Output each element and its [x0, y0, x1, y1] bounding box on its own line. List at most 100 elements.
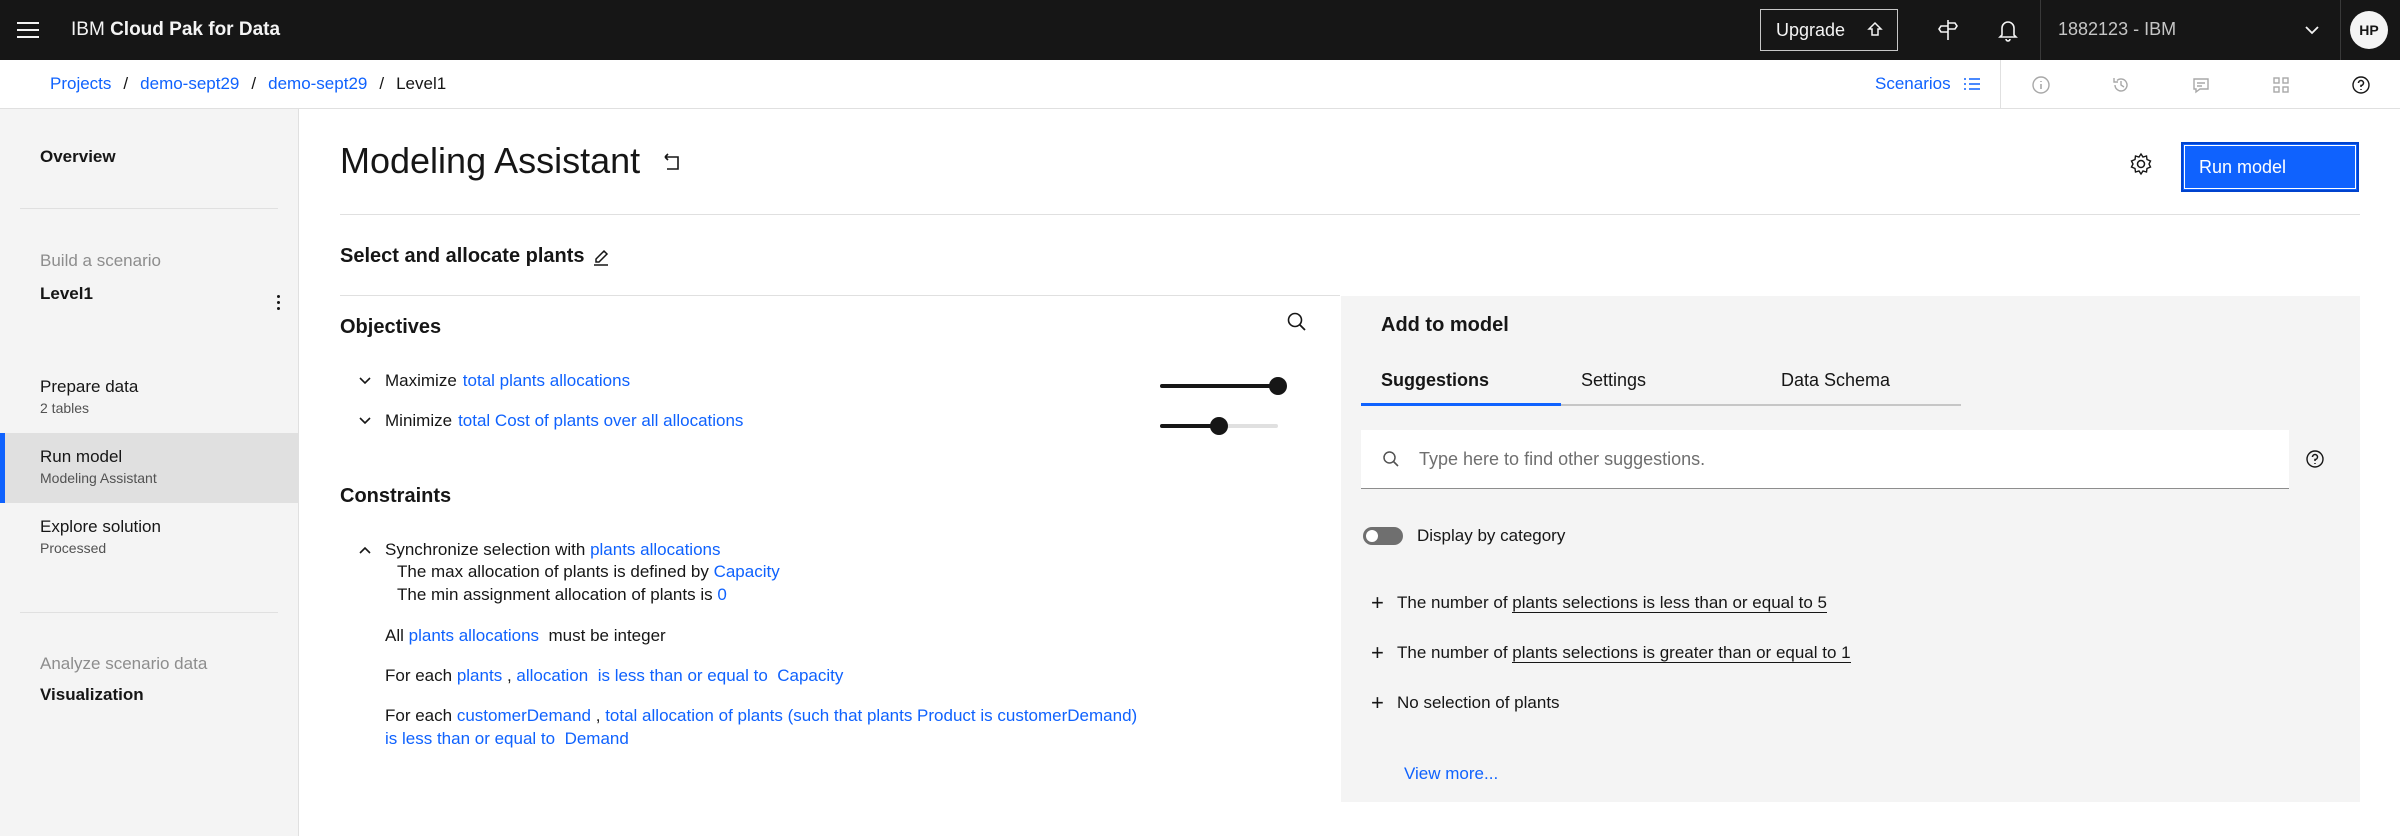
- breadcrumb-separator: /: [379, 74, 385, 93]
- history-icon[interactable]: [2108, 72, 2134, 98]
- tab-suggestions[interactable]: Suggestions: [1361, 356, 1561, 406]
- breadcrumb-projects[interactable]: Projects: [50, 74, 111, 94]
- sidebar-divider: [20, 208, 278, 209]
- slider-fill: [1160, 384, 1278, 388]
- view-more-link[interactable]: View more...: [1404, 764, 1498, 784]
- slider-handle[interactable]: [1210, 417, 1228, 435]
- sidebar-item-sub: Modeling Assistant: [40, 470, 157, 486]
- add-to-model-panel: Add to model Suggestions Settings Data S…: [1341, 296, 2360, 802]
- add-icon: +: [1371, 590, 1384, 615]
- chevron-up-icon[interactable]: [355, 540, 375, 560]
- environment-icon[interactable]: [2268, 72, 2294, 98]
- brand-name: Cloud Pak for Data: [110, 19, 281, 40]
- section-divider: [340, 214, 2360, 215]
- breadcrumb-experiment[interactable]: demo-sept29: [268, 74, 367, 94]
- sidebar-scenario-name[interactable]: Level1: [0, 284, 299, 304]
- account-switcher[interactable]: 1882123 - IBM: [2058, 19, 2176, 40]
- suggestion-item[interactable]: + The number of plants selections is les…: [1371, 592, 1827, 614]
- help-icon[interactable]: [2302, 446, 2328, 472]
- constraint-link[interactable]: 0: [717, 585, 726, 604]
- constraint-link[interactable]: Capacity: [777, 666, 843, 685]
- objective-link[interactable]: total Cost of plants over all allocation…: [458, 411, 743, 431]
- sidebar-divider: [20, 612, 278, 613]
- constraint-row: For each plants , allocation is less tha…: [385, 666, 843, 686]
- menu-icon[interactable]: [14, 16, 42, 44]
- suggestion-link[interactable]: plants selections is greater than or equ…: [1512, 643, 1851, 663]
- slider-handle[interactable]: [1269, 377, 1287, 395]
- sidebar-item-run-model[interactable]: Run model Modeling Assistant: [0, 433, 299, 503]
- sidebar-item-prepare-data[interactable]: Prepare data 2 tables: [0, 377, 299, 416]
- scenario-name: Level1: [40, 284, 93, 303]
- chevron-down-icon[interactable]: [2300, 18, 2324, 42]
- scenarios-label: Scenarios: [1875, 74, 1951, 93]
- constraint-text: For each: [385, 706, 453, 725]
- chevron-down-icon[interactable]: [355, 411, 375, 431]
- search-icon[interactable]: [1283, 308, 1311, 336]
- constraint-link[interactable]: plants: [457, 666, 502, 685]
- constraint-text: ,: [595, 706, 601, 725]
- tab-settings[interactable]: Settings: [1561, 356, 1761, 406]
- constraint-link[interactable]: total allocation of plants (such that pl…: [605, 706, 1137, 725]
- constraint-link[interactable]: is less than or equal to: [385, 729, 555, 748]
- breadcrumb-separator: /: [123, 74, 129, 93]
- page-title: Modeling Assistant: [340, 140, 641, 181]
- sidebar-item-explore-solution[interactable]: Explore solution Processed: [0, 517, 299, 556]
- suggestion-search-input[interactable]: [1419, 448, 2239, 470]
- chevron-down-icon[interactable]: [355, 371, 375, 391]
- scenarios-button[interactable]: Scenarios: [1875, 74, 1981, 94]
- constraint-link[interactable]: plants allocations: [409, 626, 539, 645]
- run-model-button[interactable]: Run model: [2181, 142, 2359, 192]
- signpost-icon[interactable]: [1930, 12, 1966, 48]
- constraints-heading: Constraints: [340, 485, 452, 507]
- sidebar-item-label: Explore solution: [40, 517, 161, 536]
- restore-icon[interactable]: [658, 148, 686, 176]
- product-name[interactable]: IBM Cloud Pak for Data: [71, 19, 280, 41]
- constraint-subrow: The max allocation of plants is defined …: [397, 562, 780, 582]
- sidebar-item-label: Prepare data: [40, 377, 139, 396]
- suggestion-link[interactable]: plants selections is less than or equal …: [1512, 593, 1827, 613]
- information-icon[interactable]: [2028, 72, 2054, 98]
- header-divider: [2040, 0, 2041, 60]
- constraint-link[interactable]: allocation: [516, 666, 588, 685]
- suggestion-search: [1361, 430, 2289, 489]
- constraint-link[interactable]: plants allocations: [590, 540, 720, 559]
- suggestion-text: The number of: [1397, 643, 1508, 662]
- constraint-text: For each: [385, 666, 453, 685]
- search-icon: [1383, 451, 1399, 467]
- sidebar-item-overview[interactable]: Overview: [0, 147, 299, 167]
- constraint-link[interactable]: customerDemand: [457, 706, 591, 725]
- header-divider: [2340, 0, 2341, 60]
- edit-icon[interactable]: [590, 247, 612, 269]
- breadcrumb-project[interactable]: demo-sept29: [140, 74, 239, 94]
- sidebar-item-label: Run model: [40, 447, 123, 466]
- sidebar-section-label: Analyze scenario data: [40, 654, 208, 673]
- objective-row: Minimize total Cost of plants over all a…: [355, 411, 743, 431]
- category-toggle[interactable]: [1363, 527, 1403, 545]
- add-icon: +: [1371, 640, 1384, 665]
- constraint-text: The min assignment allocation of plants …: [397, 585, 713, 604]
- sidebar-item-visualization[interactable]: Visualization: [0, 685, 299, 705]
- help-icon[interactable]: [2348, 72, 2374, 98]
- objective-link[interactable]: total plants allocations: [463, 371, 630, 391]
- sidebar-analyze-label: Analyze scenario data: [0, 654, 299, 674]
- avatar[interactable]: HP: [2350, 11, 2388, 49]
- model-name: Select and allocate plants: [340, 245, 585, 267]
- objective-weight-slider[interactable]: [1160, 376, 1287, 396]
- tab-data-schema[interactable]: Data Schema: [1761, 356, 1961, 406]
- constraint-row: For each customerDemand , total allocati…: [385, 706, 1137, 726]
- objective-weight-slider[interactable]: [1160, 416, 1278, 436]
- notification-icon[interactable]: [1990, 12, 2026, 48]
- suggestion-item[interactable]: + No selection of plants: [1371, 692, 1560, 714]
- sidebar-build-scenario: Build a scenario: [0, 251, 299, 271]
- tab-list: Suggestions Settings Data Schema: [1361, 356, 1961, 406]
- upgrade-button[interactable]: Upgrade: [1760, 9, 1898, 51]
- suggestion-item[interactable]: + The number of plants selections is gre…: [1371, 642, 1851, 664]
- constraint-link[interactable]: is less than or equal to: [598, 666, 768, 685]
- settings-icon[interactable]: [2127, 150, 2155, 178]
- brand-prefix: IBM: [71, 19, 105, 40]
- chat-icon[interactable]: [2188, 72, 2214, 98]
- constraint-link[interactable]: Demand: [565, 729, 629, 748]
- constraint-link[interactable]: Capacity: [714, 562, 780, 581]
- constraint-row-continued: is less than or equal to Demand: [385, 729, 629, 749]
- overflow-menu-icon[interactable]: [272, 292, 284, 312]
